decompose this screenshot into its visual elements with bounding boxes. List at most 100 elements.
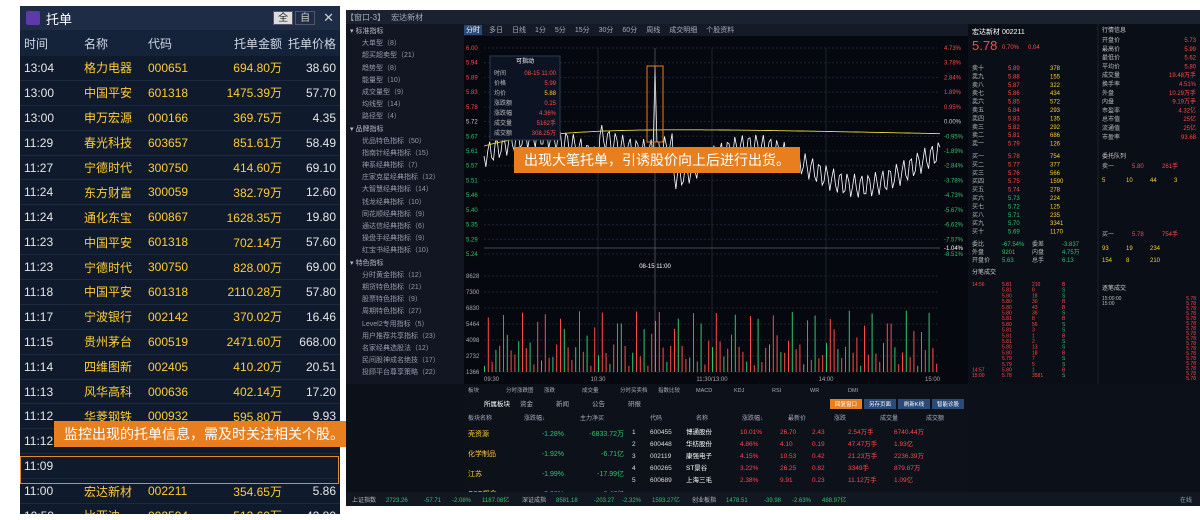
- tree-item[interactable]: 红宝书经典指标（10）: [346, 245, 464, 257]
- chart-tab[interactable]: 分时: [464, 25, 482, 35]
- stock-tab[interactable]: 宏达新材: [391, 12, 423, 23]
- filter-all-button[interactable]: 全: [273, 11, 294, 25]
- y-tick-right: -1.89%: [944, 149, 964, 155]
- order-row[interactable]: 11:18 中国平安 601318 2110.28万 57.80: [20, 280, 340, 305]
- order-row[interactable]: 13:00 申万宏源 000166 369.75万 4.35: [20, 106, 340, 131]
- bottom-tab: 指数比较: [658, 386, 681, 394]
- order-row[interactable]: 11:24 通化东宝 600867 1628.35万 19.80: [20, 205, 340, 231]
- chart-tab[interactable]: 周线: [644, 25, 662, 35]
- tree-item[interactable]: 优品特色指标（50）: [346, 136, 464, 148]
- tree-item[interactable]: 名家经典选股法（12）: [346, 343, 464, 355]
- col-amount[interactable]: 托单金额: [206, 35, 282, 52]
- stat-cell: 4.75万: [1062, 249, 1080, 256]
- vol-tick: 6830: [466, 306, 480, 312]
- tree-item[interactable]: 神系经典指标（7）: [346, 160, 464, 172]
- tree-item[interactable]: 用户推荐共享指标（23）: [346, 331, 464, 343]
- chart-tab[interactable]: 5分: [553, 25, 568, 35]
- order-code: 601318: [148, 85, 189, 100]
- tree-item[interactable]: 成交量型（9）: [346, 87, 464, 99]
- tree-item[interactable]: 周期特色指标（27）: [346, 306, 464, 318]
- order-price: 38.60: [305, 60, 336, 75]
- order-row[interactable]: 11:27 宁德时代 300750 414.60万 69.10: [20, 156, 340, 181]
- close-icon[interactable]: ✕: [323, 10, 334, 26]
- col-code[interactable]: 代码: [148, 35, 206, 52]
- tree-item[interactable]: 大单型（8）: [346, 38, 464, 50]
- tree-item[interactable]: 通达信经典指标（6）: [346, 221, 464, 233]
- chart-tab[interactable]: 多日: [487, 25, 505, 35]
- filter-self-button[interactable]: 自: [295, 11, 316, 25]
- tree-item[interactable]: 超买超卖型（21）: [346, 50, 464, 62]
- tree-group[interactable]: ▾ 特色指标: [346, 258, 464, 270]
- volume-bar: [487, 317, 489, 372]
- col-time[interactable]: 时间: [20, 35, 84, 52]
- chart-tab[interactable]: 个股资料: [704, 25, 736, 35]
- tree-item[interactable]: 路径型（4）: [346, 111, 464, 123]
- tree-item[interactable]: 大智慧经典指标（14）: [346, 184, 464, 196]
- tree-group[interactable]: ▾ 标准指标: [346, 26, 464, 38]
- chart-tab[interactable]: 30分: [597, 25, 616, 35]
- chart-tab[interactable]: 1分: [533, 25, 548, 35]
- bid-label: 买四: [972, 177, 984, 185]
- tree-item[interactable]: 民间股神成名绝技（17）: [346, 355, 464, 367]
- bottom-tab: DMI: [848, 388, 859, 394]
- order-row[interactable]: 11:14 四维图新 002405 410.20万 20.51: [20, 355, 340, 380]
- ask-label: 卖九: [972, 72, 984, 80]
- tree-item[interactable]: 庄家克星经典指标（12）: [346, 172, 464, 184]
- order-row[interactable]: 10:59比亚迪002594513.60万42.80: [20, 504, 340, 514]
- chart-tab[interactable]: 成交明细: [667, 25, 699, 35]
- tree-item[interactable]: 操盘手经典指标（9）: [346, 233, 464, 245]
- bottom-tab: 成交量: [582, 386, 599, 394]
- tree-item[interactable]: 指南针经典指标（15）: [346, 148, 464, 160]
- order-row[interactable]: 13:00 中国平安 601318 1475.39万 57.70: [20, 81, 340, 106]
- order-row[interactable]: 11:15 贵州茅台 600519 2471.60万 668.00: [20, 330, 340, 355]
- volume-bar: [928, 312, 930, 372]
- bid-price: 5.69: [1008, 230, 1020, 236]
- tree-item[interactable]: 股票特色指标（9）: [346, 294, 464, 306]
- index-cell: 488.97亿: [822, 496, 846, 504]
- chart-tab[interactable]: 60分: [620, 25, 639, 35]
- order-code: 000636: [148, 384, 189, 399]
- queue-buy-vol: 93: [1102, 246, 1109, 252]
- y-tick-right: 3.78%: [944, 61, 962, 67]
- bottom-tab: 分时涨跌图: [506, 386, 534, 394]
- chart-tab[interactable]: 15分: [573, 25, 592, 35]
- tree-group[interactable]: ▾ 品牌指标: [346, 124, 464, 136]
- tree-item[interactable]: 投顾平台尊享策略（22）: [346, 367, 464, 379]
- tooltip-label: 时间: [494, 69, 506, 77]
- volume-bar: [617, 323, 618, 372]
- vol-tick: 7300: [466, 290, 480, 296]
- order-amount: 402.14万: [233, 385, 282, 400]
- order-row[interactable]: 11:29 春光科技 603657 851.61万 58.49: [20, 131, 340, 156]
- action-button-label: 智能诊股: [937, 400, 960, 408]
- list-cell: 11.12万手: [848, 475, 877, 484]
- order-code: 000651: [148, 60, 189, 75]
- order-row[interactable]: 11:23 中国平安 601318 702.14万 57.60: [20, 230, 340, 256]
- stat-cell: -3.837: [1062, 242, 1080, 248]
- col-price[interactable]: 托单价格: [282, 35, 336, 52]
- order-row[interactable]: 11:13 风华高科 000636 402.14万 17.20: [20, 380, 340, 405]
- tree-item[interactable]: 钱龙经典指标（10）: [346, 197, 464, 209]
- tree-item[interactable]: 能量型（10）: [346, 75, 464, 87]
- quote-value: 93.68: [1181, 135, 1197, 141]
- tree-item[interactable]: 均线型（14）: [346, 99, 464, 111]
- col-name[interactable]: 名称: [84, 35, 148, 52]
- order-row[interactable]: 13:04 格力电器 000651 694.80万 38.60: [20, 56, 340, 81]
- tree-item[interactable]: 分时黄金指标（12）: [346, 270, 464, 282]
- order-row[interactable]: 11:24 东方财富 300059 382.79万 12.60: [20, 180, 340, 206]
- volume-bar: [518, 341, 520, 372]
- index-cell: 1478.51: [726, 498, 748, 504]
- window-tab[interactable]: 【窗口-3】: [346, 12, 385, 23]
- order-row[interactable]: 11:23 宁德时代 300750 828.00万 69.00: [20, 255, 340, 281]
- detail-time: 15:00: [1102, 301, 1115, 307]
- tree-item[interactable]: 同花顺经典指标（9）: [346, 209, 464, 221]
- tree-item[interactable]: Level2专用指标（5）: [346, 319, 464, 331]
- queue-title: 委托队列: [1102, 152, 1126, 160]
- order-time: 11:24: [24, 185, 54, 200]
- order-code: 601318: [148, 235, 189, 250]
- tree-item[interactable]: 期货特色指标（21）: [346, 282, 464, 294]
- chart-tab[interactable]: 日线: [510, 25, 528, 35]
- tree-item[interactable]: 趋势型（8）: [346, 63, 464, 75]
- order-row[interactable]: 11:17 宁波银行 002142 370.02万 16.46: [20, 305, 340, 330]
- tooltip-label: 均价: [494, 89, 506, 97]
- intraday-chart[interactable]: 6.00 4.73% 5.94 3.78% 5.89 2.84% 5.83 1.89% 5.78…: [464, 36, 968, 384]
